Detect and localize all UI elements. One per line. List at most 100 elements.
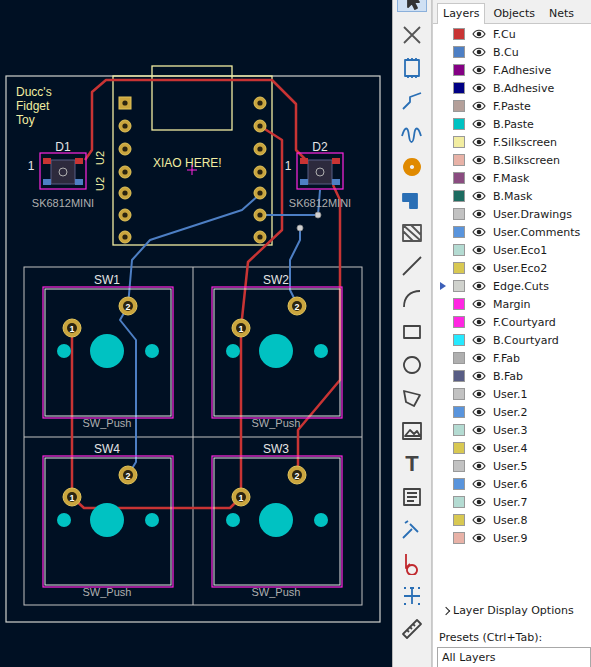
toolbar-button[interactable] [397, 51, 427, 84]
switch-pad[interactable] [119, 297, 137, 315]
layer-row[interactable]: F.Paste [433, 97, 591, 115]
led-pad[interactable] [300, 179, 308, 185]
eye-icon[interactable] [472, 370, 486, 382]
layer-row[interactable]: B.Mask [433, 187, 591, 205]
layer-row[interactable]: B.Silkscreen [433, 151, 591, 169]
layer-color-swatch[interactable] [453, 208, 465, 220]
panel-tab[interactable]: Objects [487, 3, 541, 23]
text-tool-icon[interactable]: T [405, 453, 418, 475]
eye-icon[interactable] [472, 334, 486, 346]
switch-pad[interactable] [288, 466, 306, 484]
module-pad[interactable] [254, 209, 266, 221]
layer-row[interactable]: B.Paste [433, 115, 591, 133]
layer-row[interactable]: User.Drawings [433, 205, 591, 223]
eye-icon[interactable] [472, 46, 486, 58]
layer-color-swatch[interactable] [453, 28, 465, 40]
layer-row[interactable]: User.9 [433, 529, 591, 547]
eye-icon[interactable] [472, 280, 486, 292]
eye-icon[interactable] [472, 100, 486, 112]
module-pad[interactable] [254, 187, 266, 199]
eye-icon[interactable] [472, 442, 486, 454]
image-icon[interactable] [400, 419, 424, 443]
toolbar-button[interactable] [397, 150, 427, 183]
toolbar-button[interactable] [397, 315, 427, 348]
board-canvas[interactable]: U2U2XIAO HERE!Ducc'sFidgetToyD11SK6812MI… [0, 0, 392, 667]
tune-icon[interactable] [400, 122, 424, 146]
via[interactable] [297, 225, 303, 231]
module-pad[interactable] [254, 97, 266, 109]
module-pad[interactable] [254, 231, 266, 243]
layer-color-swatch[interactable] [453, 154, 465, 166]
layer-color-swatch[interactable] [453, 226, 465, 238]
led-footprint[interactable]: D11SK6812MINI [28, 140, 95, 209]
eye-icon[interactable] [472, 226, 486, 238]
eye-icon[interactable] [472, 298, 486, 310]
route-icon[interactable] [400, 89, 424, 113]
front-trace[interactable] [85, 80, 240, 160]
presets-dropdown[interactable]: All Layers [437, 647, 591, 667]
layer-color-swatch[interactable] [453, 262, 465, 274]
module-pad[interactable] [119, 166, 131, 178]
toolbar-button[interactable] [397, 381, 427, 414]
eye-icon[interactable] [472, 190, 486, 202]
toolbar-button[interactable] [397, 513, 427, 546]
eye-icon[interactable] [472, 532, 486, 544]
layer-color-swatch[interactable] [453, 514, 465, 526]
layer-row[interactable]: B.Cu [433, 43, 591, 61]
front-trace[interactable] [240, 80, 318, 172]
eye-icon[interactable] [472, 28, 486, 40]
led-pad[interactable] [300, 158, 308, 164]
arc-icon[interactable] [400, 287, 424, 311]
switch-footprint[interactable]: 12SW2SW_Push [212, 273, 342, 429]
layer-row[interactable]: User.1 [433, 385, 591, 403]
toolbar-button[interactable] [397, 216, 427, 249]
toolbar-button[interactable] [397, 183, 427, 216]
layer-row[interactable]: F.Cu [433, 25, 591, 43]
eye-icon[interactable] [472, 388, 486, 400]
led-pad[interactable] [75, 158, 83, 164]
eye-icon[interactable] [472, 406, 486, 418]
layer-color-swatch[interactable] [453, 532, 465, 544]
eye-icon[interactable] [472, 514, 486, 526]
toolbar-button[interactable] [397, 480, 427, 513]
eye-icon[interactable] [472, 424, 486, 436]
layer-row[interactable]: Edge.Cuts [433, 277, 591, 295]
toolbar-button[interactable] [397, 612, 427, 645]
footprint-icon[interactable] [400, 56, 424, 80]
switch-footprint[interactable]: 12SW3SW_Push [212, 442, 342, 598]
layer-row[interactable]: F.Adhesive [433, 61, 591, 79]
dimension-icon[interactable] [400, 518, 424, 542]
switch-footprint[interactable]: 12SW1SW_Push [43, 273, 173, 429]
chevron-icon[interactable] [442, 606, 450, 614]
eye-icon[interactable] [472, 64, 486, 76]
measure-icon[interactable] [400, 617, 424, 641]
eye-icon[interactable] [472, 316, 486, 328]
layer-color-swatch[interactable] [453, 244, 465, 256]
layer-color-swatch[interactable] [453, 118, 465, 130]
textbox-icon[interactable] [400, 485, 424, 509]
layer-row[interactable]: User.3 [433, 421, 591, 439]
toolbar-button[interactable] [397, 414, 427, 447]
eye-icon[interactable] [472, 208, 486, 220]
panel-tab[interactable]: Layers [437, 3, 485, 24]
toolbar-button[interactable] [397, 84, 427, 117]
polygon-icon[interactable] [400, 386, 424, 410]
switch-pad[interactable] [119, 466, 137, 484]
layer-color-swatch[interactable] [453, 352, 465, 364]
front-trace[interactable] [71, 328, 74, 497]
select-icon[interactable] [400, 0, 424, 11]
board-drawing[interactable]: U2U2XIAO HERE!Ducc'sFidgetToyD11SK6812MI… [0, 0, 392, 667]
eye-icon[interactable] [472, 352, 486, 364]
led-pad[interactable] [43, 179, 51, 185]
layer-color-swatch[interactable] [453, 370, 465, 382]
back-trace[interactable] [120, 306, 136, 475]
layer-color-swatch[interactable] [453, 496, 465, 508]
module-pad[interactable] [119, 209, 131, 221]
layer-row[interactable]: User.Eco2 [433, 259, 591, 277]
eye-icon[interactable] [472, 172, 486, 184]
led-pad[interactable] [75, 179, 83, 185]
toolbar-button[interactable] [397, 117, 427, 150]
zone-icon[interactable] [400, 221, 424, 245]
layer-row[interactable]: User.Comments [433, 223, 591, 241]
eye-icon[interactable] [472, 244, 486, 256]
